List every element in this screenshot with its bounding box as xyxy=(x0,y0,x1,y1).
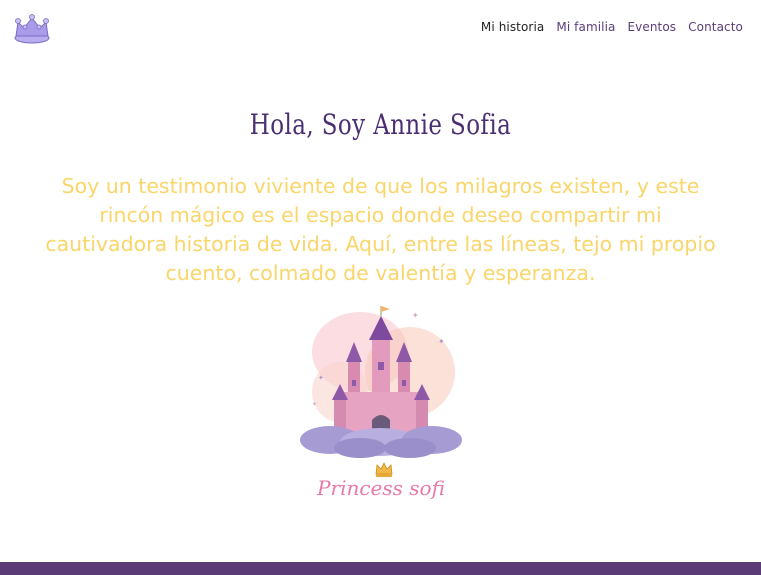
brand-script-text: Princess sofi xyxy=(317,476,445,500)
castle-icon: ✦ ✦ ✦ ✦ xyxy=(300,306,462,458)
main-nav: Mi historia Mi familia Eventos Contacto xyxy=(481,20,743,34)
footer-bar xyxy=(0,562,761,575)
site-header: Mi historia Mi familia Eventos Contacto xyxy=(0,0,761,56)
page-title: Hola, Soy Annie Sofia xyxy=(249,108,512,141)
nav-mi-familia[interactable]: Mi familia xyxy=(556,20,615,34)
svg-text:✦: ✦ xyxy=(412,311,419,320)
svg-text:✦: ✦ xyxy=(438,337,445,346)
svg-text:✦: ✦ xyxy=(312,401,317,408)
page: Mi historia Mi familia Eventos Contacto … xyxy=(0,0,761,575)
nav-eventos[interactable]: Eventos xyxy=(627,20,676,34)
crown-icon[interactable] xyxy=(12,12,52,44)
nav-contacto[interactable]: Contacto xyxy=(688,20,743,34)
svg-text:✦: ✦ xyxy=(318,374,324,382)
intro-text: Soy un testimonio viviente de que los mi… xyxy=(45,174,716,285)
nav-mi-historia[interactable]: Mi historia xyxy=(481,20,544,34)
